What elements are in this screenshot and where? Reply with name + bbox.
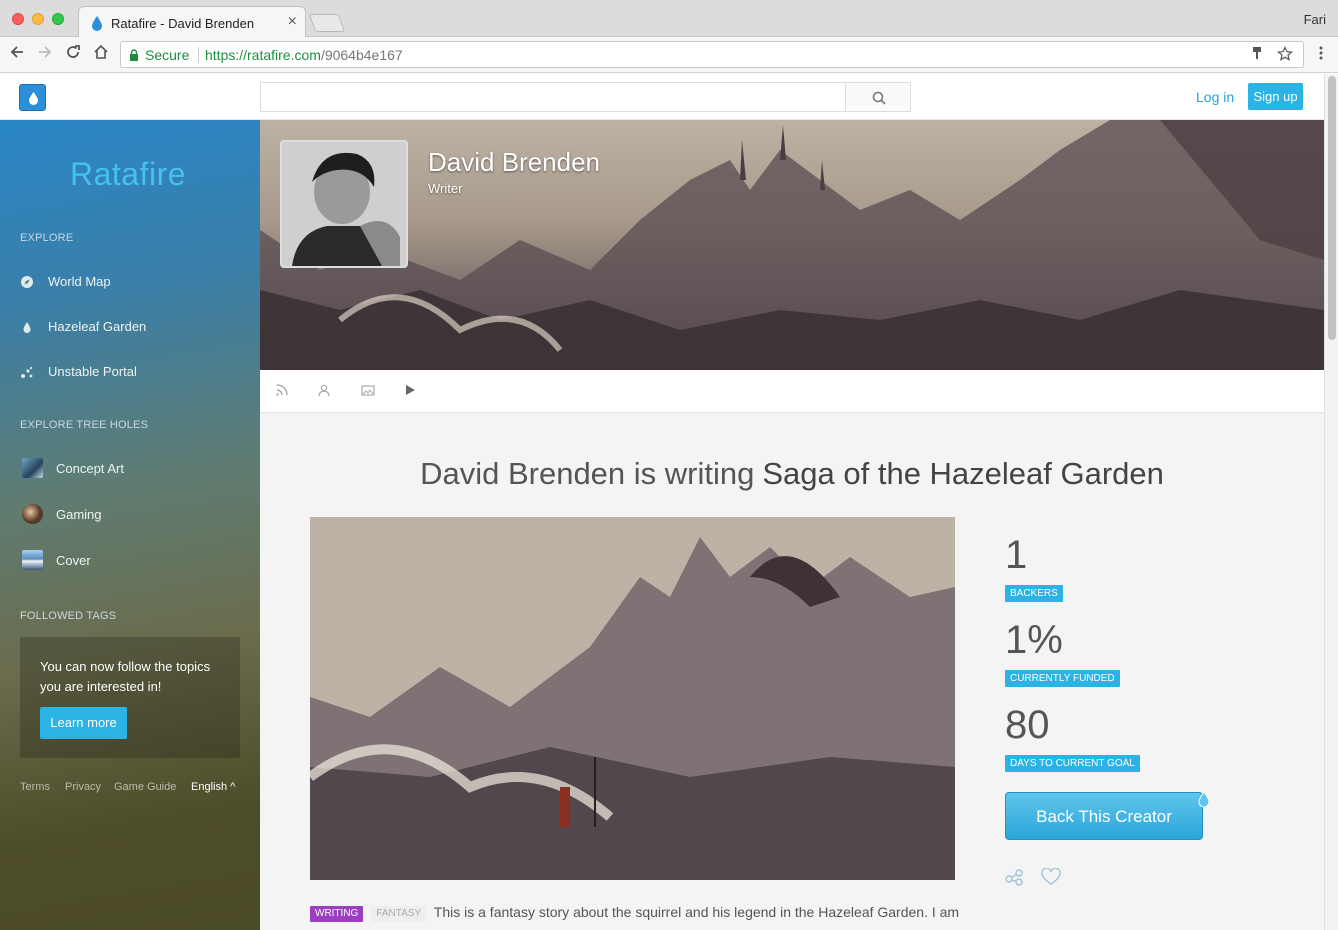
reload-icon[interactable] [62, 43, 84, 67]
search-icon [872, 91, 886, 105]
maximize-window-button[interactable] [52, 13, 64, 25]
forward-arrow-icon[interactable] [34, 43, 56, 67]
heart-icon[interactable] [1040, 867, 1062, 891]
tab-close-icon[interactable]: × [288, 13, 297, 31]
ratafire-favicon-icon [91, 15, 103, 36]
home-icon[interactable] [90, 43, 112, 67]
followed-tags-section-title: FOLLOWED TAGS [20, 610, 117, 622]
learn-more-button[interactable]: Learn more [40, 707, 127, 739]
minimize-window-button[interactable] [32, 13, 44, 25]
tree-hole-label: Concept Art [56, 461, 124, 476]
close-window-button[interactable] [12, 13, 24, 25]
portal-icon [20, 365, 34, 379]
ratafire-logo-button[interactable] [19, 84, 46, 111]
headline-prefix: David Brenden is writing [420, 456, 755, 491]
project-cover-painting[interactable] [310, 517, 955, 880]
drop-icon [29, 92, 38, 105]
login-link[interactable]: Log in [1196, 89, 1234, 105]
terms-link[interactable]: Terms [20, 781, 50, 793]
profile-tabs [260, 370, 1324, 413]
description-text: This is a fantasy story about the squirr… [433, 904, 960, 920]
url-text: https://ratafire.com/9064b4e167 [205, 47, 403, 63]
back-this-creator-button[interactable]: Back This Creator [1005, 791, 1210, 840]
funded-percent: 1% [1005, 618, 1063, 662]
followed-tags-card: You can now follow the topics you are in… [20, 637, 240, 758]
tab-title: Ratafire - David Brenden [111, 16, 255, 31]
url-path: /9064b4e167 [320, 47, 403, 63]
brand-title[interactable]: Ratafire [70, 156, 186, 193]
tree-hole-label: Gaming [56, 507, 102, 522]
followed-tags-message: You can now follow the topics you are in… [40, 659, 211, 694]
fantasy-tag[interactable]: FANTASY [371, 906, 427, 922]
url-host: https://ratafire.com [205, 47, 321, 63]
backers-people-icon[interactable] [317, 383, 333, 399]
project-title[interactable]: Saga of the Hazeleaf Garden [762, 456, 1164, 491]
sidebar: Ratafire EXPLORE World Map Hazeleaf Gard… [0, 120, 260, 930]
scrollbar-thumb[interactable] [1328, 76, 1336, 340]
tree-hole-label: Cover [56, 553, 91, 568]
days-to-goal: 80 [1005, 703, 1050, 747]
search-input[interactable] [260, 82, 846, 112]
browser-user-name[interactable]: Fari [1304, 12, 1326, 27]
feed-rss-icon[interactable] [274, 383, 290, 399]
lock-icon [130, 49, 138, 61]
days-label: DAYS TO CURRENT GOAL [1005, 755, 1140, 772]
extension-icon[interactable] [1251, 46, 1263, 63]
project-description: WRITING FANTASY This is a fantasy story a… [310, 903, 970, 922]
address-bar[interactable]: Secure https://ratafire.com/9064b4e167 [120, 41, 1304, 68]
gaming-thumbnail [22, 504, 43, 524]
secure-label: Secure [145, 47, 190, 63]
page-scrollbar[interactable] [1324, 74, 1338, 930]
sidebar-item-label: Unstable Portal [48, 364, 137, 379]
browser-toolbar: Secure https://ratafire.com/9064b4e167 [0, 37, 1338, 73]
backers-label: BACKERS [1005, 585, 1063, 602]
castle-painting-art [310, 517, 955, 880]
profile-cover-image: David Brenden Writer [260, 120, 1324, 370]
drop-icon [20, 320, 34, 334]
game-guide-link[interactable]: Game Guide [114, 781, 176, 793]
back-arrow-icon[interactable] [6, 43, 28, 67]
project-headline: David Brenden is writing Saga of the Haze… [260, 456, 1324, 492]
browser-menu-icon[interactable] [1310, 43, 1332, 67]
backers-count: 1 [1005, 533, 1028, 577]
browser-tab-bar: Ratafire - David Brenden × Fari [0, 0, 1338, 37]
video-play-icon[interactable] [402, 383, 418, 399]
privacy-link[interactable]: Privacy [65, 781, 101, 793]
concept-art-thumbnail [22, 458, 43, 478]
tree-holes-section-title: EXPLORE TREE HOLES [20, 419, 149, 431]
sidebar-item-label: World Map [48, 274, 111, 289]
new-tab-button[interactable] [308, 14, 346, 32]
signup-button[interactable]: Sign up [1248, 83, 1303, 110]
creator-portrait-photo [282, 142, 406, 266]
main-content: David Brenden Writer David Brenden is wr… [260, 120, 1324, 930]
sidebar-item-label: Hazeleaf Garden [48, 319, 147, 334]
share-icon[interactable] [1005, 868, 1025, 891]
language-selector[interactable]: English ^ [191, 781, 235, 793]
writing-tag[interactable]: WRITING [310, 906, 364, 922]
creator-role: Writer [428, 181, 463, 196]
funded-label: CURRENTLY FUNDED [1005, 670, 1120, 687]
explore-section-title: EXPLORE [20, 232, 74, 244]
browser-tab[interactable]: Ratafire - David Brenden × [78, 6, 306, 37]
bookmark-star-icon[interactable] [1277, 46, 1293, 65]
cover-thumbnail [22, 550, 43, 570]
castle-cover-art [260, 120, 1324, 370]
creator-name: David Brenden [428, 147, 600, 177]
address-divider [198, 47, 199, 63]
site-header: Log in Sign up [0, 74, 1324, 120]
creator-avatar[interactable] [280, 140, 408, 268]
back-button-label: Back This Creator [1036, 807, 1172, 826]
drop-icon [1198, 791, 1210, 807]
search-button[interactable] [845, 82, 911, 112]
compass-icon [20, 275, 34, 289]
gallery-image-icon[interactable] [360, 383, 376, 399]
secure-indicator[interactable]: Secure [129, 47, 189, 63]
